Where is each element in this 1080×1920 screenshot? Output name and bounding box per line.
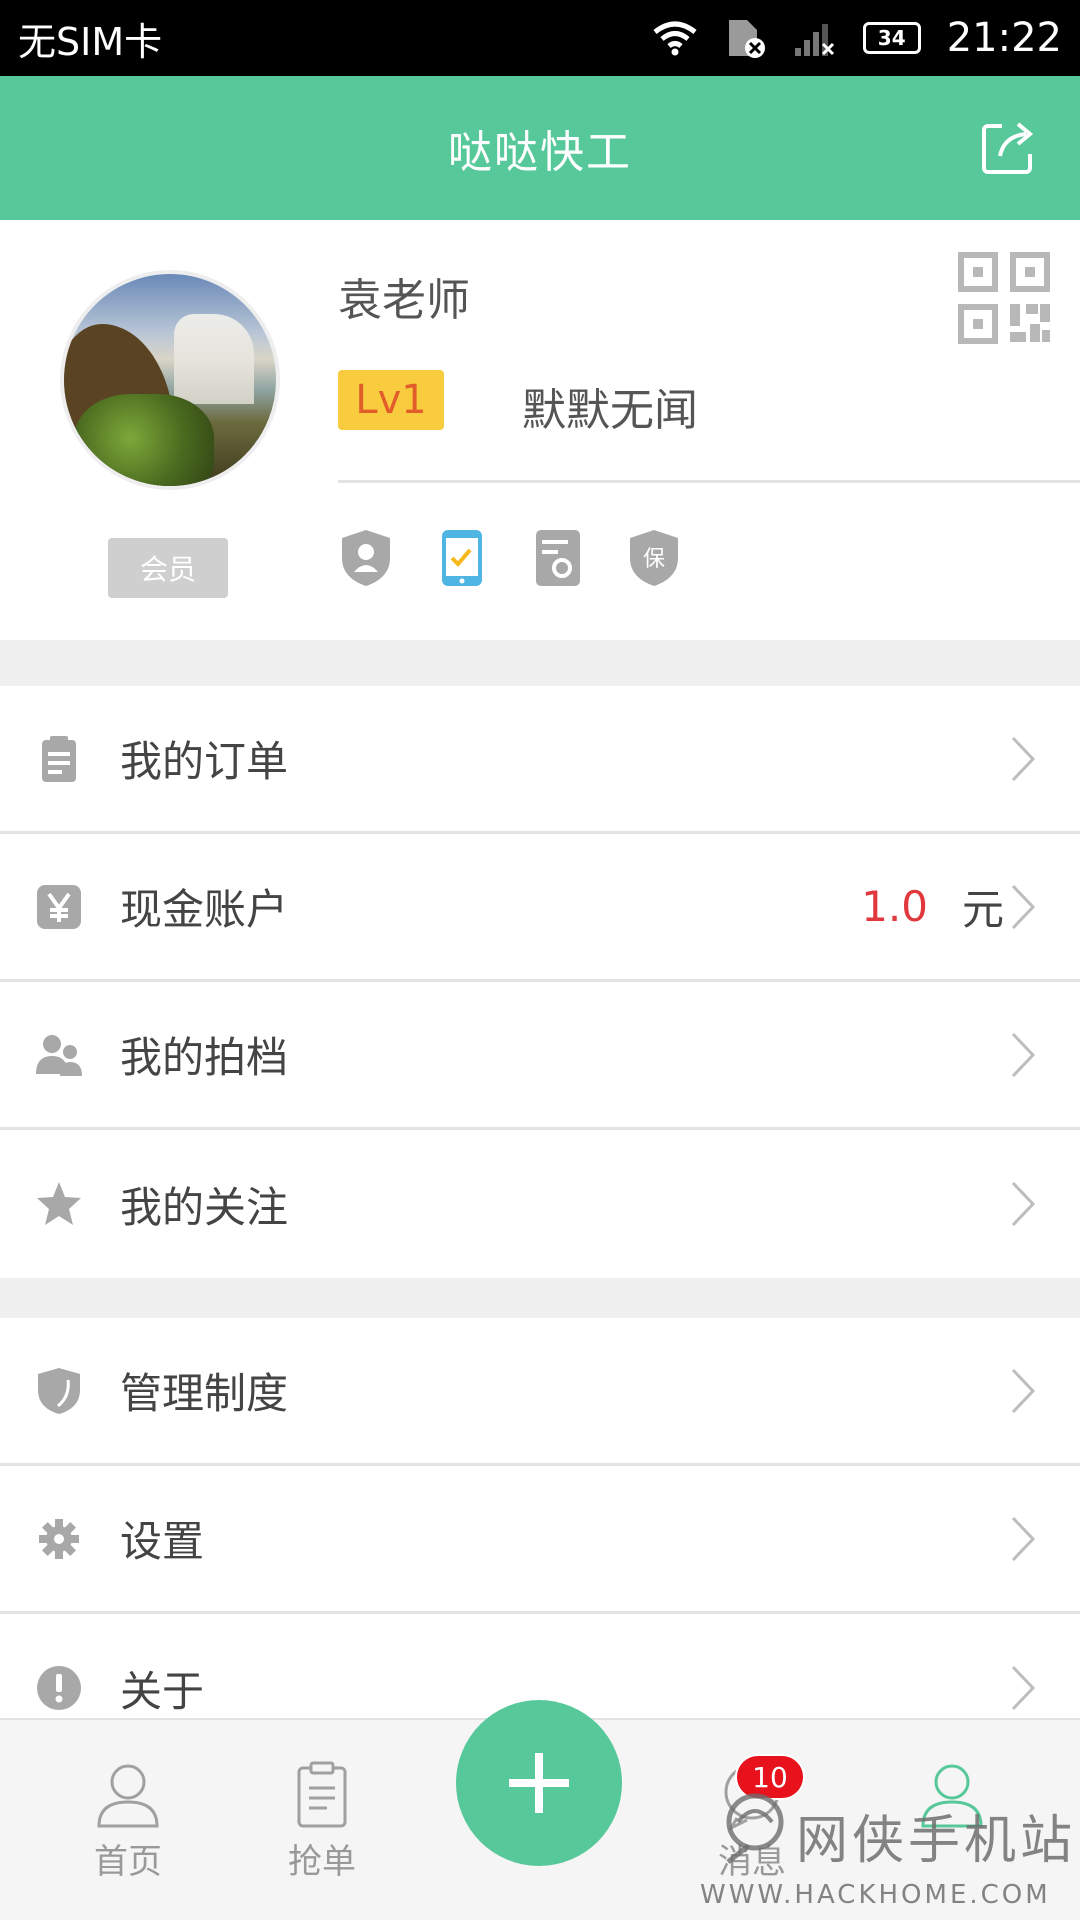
clipboard-icon	[42, 735, 76, 782]
profile-card: 会员 袁老师 Lv1 默默无闻 保	[0, 220, 1080, 640]
menu-item-management-rules[interactable]: 管理制度	[0, 1318, 1080, 1466]
menu-group-system: 管理制度 设置 关于	[0, 1318, 1080, 1762]
signal-icon	[794, 24, 834, 56]
share-icon[interactable]	[980, 120, 1036, 176]
plus-icon	[509, 1753, 569, 1813]
qr-code-icon[interactable]	[956, 250, 1052, 346]
battery-icon: 34	[862, 22, 921, 54]
clipboard-icon	[297, 1761, 347, 1828]
level-title: 默默无闻	[522, 385, 698, 436]
certificate-icon[interactable]	[530, 528, 586, 588]
membership-badge[interactable]: 会员	[108, 538, 228, 598]
sim-missing-icon	[728, 20, 765, 58]
menu-item-my-orders[interactable]: 我的订单	[0, 686, 1080, 834]
star-icon	[37, 1182, 81, 1225]
chevron-right-icon	[1011, 1516, 1036, 1561]
yen-icon	[37, 884, 81, 929]
level-badge: Lv1	[338, 370, 444, 430]
divider	[338, 480, 1080, 483]
chevron-right-icon	[1011, 1181, 1036, 1227]
menu-label: 我的拍档	[120, 1033, 289, 1082]
verification-badges: 保	[338, 528, 682, 588]
watermark-url: WWW.HACKHOME.COM	[700, 1880, 1051, 1910]
chevron-right-icon	[1011, 1368, 1036, 1413]
menu-item-my-follows[interactable]: 我的关注	[0, 1130, 1080, 1278]
watermark-text: 网侠手机站	[796, 1811, 1077, 1871]
chevron-right-icon	[1011, 736, 1036, 781]
page-title: 哒哒快工	[448, 127, 632, 178]
menu-item-settings[interactable]: 设置	[0, 1466, 1080, 1614]
chevron-right-icon	[1011, 884, 1036, 929]
tab-label: 首页	[94, 1842, 162, 1882]
wifi-icon	[653, 21, 697, 56]
title-bar: 哒哒快工	[0, 76, 1080, 220]
currency-unit: 元	[961, 885, 1004, 934]
status-bar: 无SIM卡 34 21:22	[0, 0, 1080, 76]
info-icon	[37, 1666, 81, 1710]
home-person-icon	[97, 1764, 159, 1828]
add-button[interactable]	[456, 1700, 622, 1866]
menu-label: 我的关注	[120, 1182, 289, 1232]
tab-home[interactable]: 首页	[68, 1760, 188, 1883]
svg-text:保: 保	[643, 547, 665, 572]
carrier-label: 无SIM卡	[18, 19, 163, 64]
tab-label: 抢单	[288, 1842, 356, 1882]
menu-item-cash-account[interactable]: 现金账户 1.0 元	[0, 834, 1080, 982]
menu-label: 我的订单	[120, 737, 289, 786]
insurance-shield-icon[interactable]: 保	[626, 528, 682, 588]
menu-label: 现金账户	[120, 885, 289, 934]
shield-icon	[38, 1367, 80, 1414]
phone-verified-icon[interactable]	[434, 528, 490, 588]
clock: 21:22	[946, 15, 1062, 61]
menu-label: 设置	[120, 1517, 205, 1566]
menu-group-account: 我的订单 现金账户 1.0 元 我的拍档 我的关注	[0, 686, 1080, 1278]
chevron-right-icon	[1011, 1032, 1036, 1077]
username: 袁老师	[338, 275, 470, 326]
watermark-logo-icon	[726, 1793, 784, 1864]
cash-balance: 1.0	[861, 882, 928, 931]
menu-item-my-partners[interactable]: 我的拍档	[0, 982, 1080, 1130]
chevron-right-icon	[1011, 1665, 1036, 1711]
avatar[interactable]	[60, 270, 280, 490]
identity-shield-icon[interactable]	[338, 528, 394, 588]
partners-icon	[36, 1034, 82, 1076]
watermark: 网侠手机站 WWW.HACKHOME.COM	[700, 1790, 1080, 1920]
tab-grab-order[interactable]: 抢单	[262, 1760, 382, 1883]
gear-icon	[39, 1518, 79, 1559]
menu-label: 管理制度	[120, 1369, 289, 1418]
